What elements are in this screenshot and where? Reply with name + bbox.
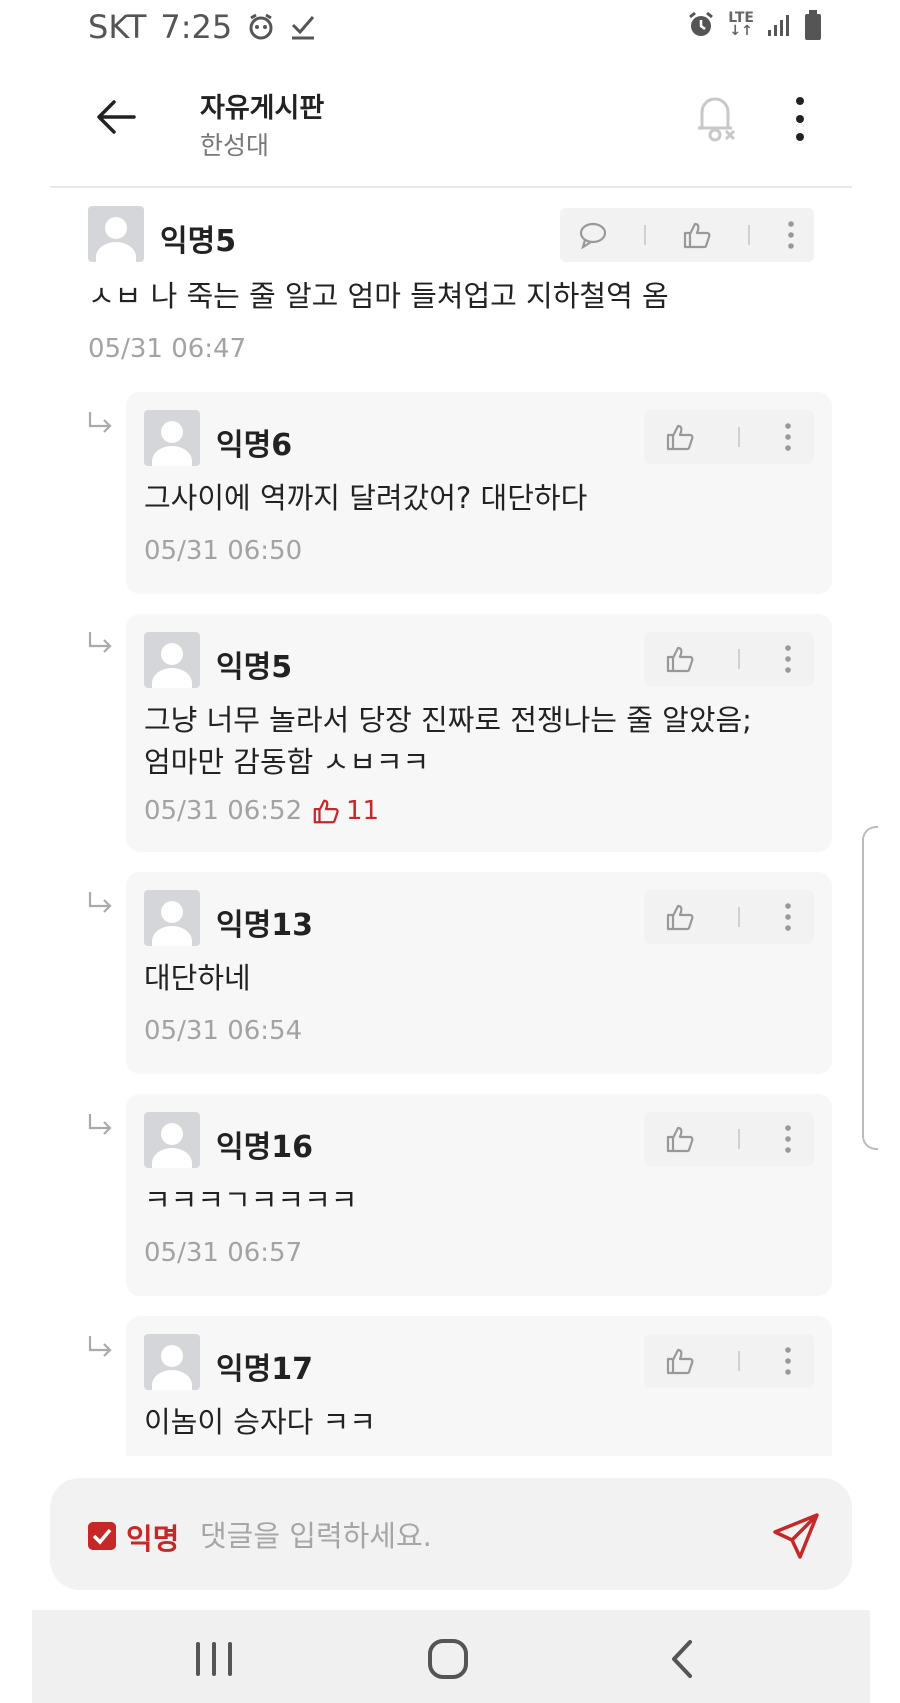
clock: 7:25 [160, 8, 233, 46]
comment-date: 05/31 06:47 [88, 334, 247, 364]
comment-actions [644, 632, 814, 686]
thumb-up-icon[interactable] [665, 422, 695, 452]
download-check-icon [292, 16, 315, 40]
reply-item: 익명5 그냥 너무 놀라서 당장 진짜로 전쟁나는 줄 알았음; 엄마만 감동함… [126, 614, 832, 852]
like-count: 11 [312, 796, 379, 826]
comment-author: 익명13 [216, 908, 313, 943]
comment-text-line1: 그냥 너무 놀라서 당장 진짜로 전쟁나는 줄 알았음; [144, 703, 752, 737]
avatar [144, 1334, 200, 1390]
paper-plane-icon[interactable] [770, 1510, 822, 1562]
more-options-icon[interactable] [783, 644, 793, 674]
comment-date: 05/31 06:54 [144, 1016, 303, 1046]
avatar [144, 632, 200, 688]
reply-arrow-icon [88, 892, 112, 913]
avatar [144, 890, 200, 946]
comment-text: 이놈이 승자다 ㅋㅋ [144, 1405, 376, 1439]
reply-item: 익명13 대단하네 05/31 06:54 [126, 872, 832, 1074]
recent-apps-icon[interactable] [184, 1630, 244, 1688]
reply-arrow-icon [88, 1114, 112, 1135]
thumb-up-icon[interactable] [665, 902, 695, 932]
thumb-up-icon [313, 799, 339, 824]
home-icon[interactable] [418, 1630, 478, 1688]
nav-back-icon[interactable] [652, 1630, 712, 1688]
more-options-icon[interactable] [783, 1346, 793, 1376]
comment-text-line2: 엄마만 감동함 ㅅㅂㅋㅋ [144, 745, 430, 779]
comment-actions [644, 1334, 814, 1388]
more-options-icon[interactable] [790, 96, 810, 142]
reply-item: 익명6 그사이에 역까지 달려갔어? 대단하다 05/31 06:50 [126, 392, 832, 594]
comment-actions [644, 410, 814, 464]
comment-actions [644, 890, 814, 944]
anonymous-label[interactable]: 익명 [126, 1516, 179, 1558]
back-arrow-icon[interactable] [92, 92, 142, 142]
edge-panel-handle[interactable] [862, 826, 878, 1150]
comment-actions [560, 208, 814, 262]
reply-arrow-icon [88, 412, 112, 433]
thumb-up-icon[interactable] [665, 1124, 695, 1154]
comment-date: 05/31 06:50 [144, 536, 303, 566]
alarm-app-icon [249, 13, 273, 40]
comment-author: 익명17 [216, 1352, 313, 1387]
comment-actions [644, 1112, 814, 1166]
more-options-icon[interactable] [786, 220, 796, 250]
comment-input[interactable] [200, 1508, 700, 1564]
comment-text: ㅅㅂ 나 죽는 줄 알고 엄마 들쳐업고 지하철역 옴 [88, 279, 669, 313]
comment-date: 05/31 06:52 [144, 796, 303, 826]
thumb-up-icon[interactable] [682, 220, 712, 250]
avatar [144, 410, 200, 466]
like-count-value: 11 [346, 796, 380, 826]
avatar [144, 1112, 200, 1168]
more-options-icon[interactable] [783, 1124, 793, 1154]
thumb-up-icon[interactable] [665, 644, 695, 674]
alarm-clock-icon [689, 11, 714, 36]
comment-author: 익명6 [216, 428, 293, 463]
reply-item: 익명16 ㅋㅋㅋㄱㅋㅋㅋㅋ 05/31 06:57 [126, 1094, 832, 1296]
header-divider [50, 186, 852, 188]
reply-arrow-icon [88, 632, 112, 653]
battery-icon [805, 10, 821, 40]
comment-text: 대단하네 [144, 961, 251, 995]
comment-author: 익명16 [216, 1130, 313, 1165]
comment-author: 익명5 [160, 224, 237, 259]
reply-arrow-icon [88, 1336, 112, 1357]
signal-icon [768, 15, 789, 36]
carrier-label: SKT [88, 8, 147, 46]
status-bar-left: SKT 7:25 [88, 8, 316, 46]
speech-bubble-icon[interactable] [578, 221, 608, 249]
more-options-icon[interactable] [783, 902, 793, 932]
comment-date: 05/31 06:57 [144, 1238, 303, 1268]
board-subtitle: 한성대 [200, 131, 270, 160]
comment-author: 익명5 [216, 650, 293, 685]
board-title: 자유게시판 [200, 93, 325, 124]
anonymous-checkbox[interactable] [88, 1522, 116, 1550]
comment-text: 그사이에 역까지 달려갔어? 대단하다 [144, 481, 588, 515]
avatar [88, 206, 144, 262]
more-options-icon[interactable] [783, 422, 793, 452]
thumb-up-icon[interactable] [665, 1346, 695, 1376]
network-type: LTE ↓↑ [728, 10, 754, 39]
comment-text: ㅋㅋㅋㄱㅋㅋㅋㅋ [144, 1183, 358, 1217]
bell-off-icon[interactable] [690, 90, 740, 146]
status-bar-right: LTE ↓↑ [686, 10, 822, 40]
